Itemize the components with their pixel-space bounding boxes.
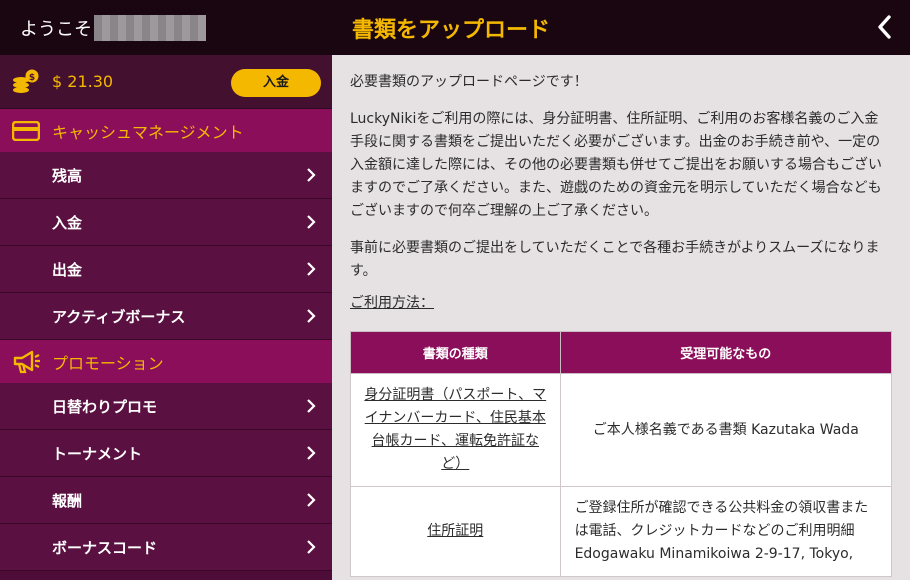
table-row: 身分証明書（パスポート、マイナンバーカード、住民基本台帳カード、運転免許証など）… — [350, 373, 893, 487]
megaphone-icon — [12, 349, 42, 375]
sidebar-item-withdrawal[interactable]: 出金 — [0, 246, 332, 293]
chevron-right-icon — [307, 493, 316, 507]
section-label: プロモーション — [52, 353, 164, 373]
welcome-bar: ようこそ — [0, 0, 332, 55]
welcome-text: ようこそ — [20, 18, 92, 40]
usage-link[interactable]: ご利用方法： — [350, 292, 892, 312]
description-paragraph: LuckyNikiをご利用の際には、身分証明書、住所証明、ご利用のお客様名義のご… — [350, 111, 882, 219]
menu-label: アクティブボーナス — [52, 307, 186, 326]
main-content: 必要書類のアップロードページです！ LuckyNikiをご利用の際には、身分証明… — [332, 55, 910, 580]
menu-label: 出金 — [52, 260, 83, 279]
menu-label: トーナメント — [52, 444, 143, 463]
sidebar-item-balance[interactable]: 残高 — [0, 152, 332, 199]
deposit-button[interactable]: 入金 — [231, 69, 321, 97]
document-table: 書類の種類 受理可能なもの 身分証明書（パスポート、マイナンバーカード、住民基本… — [350, 331, 893, 577]
menu-label: 報酬 — [52, 491, 83, 510]
menu-label: ボーナスコード — [52, 538, 158, 557]
page-title: 書類をアップロード — [352, 18, 551, 43]
table-cell: ご本人様名義である書類 Kazutaka Wada — [559, 373, 893, 487]
chevron-right-icon — [307, 309, 316, 323]
topbar: 書類をアップロード — [332, 0, 910, 55]
chevron-right-icon — [307, 540, 316, 554]
masked-username — [94, 14, 206, 41]
table-header: 受理可能なもの — [559, 331, 893, 374]
table-cell: 身分証明書（パスポート、マイナンバーカード、住民基本台帳カード、運転免許証など） — [350, 373, 561, 487]
chevron-right-icon — [307, 262, 316, 276]
svg-text:$: $ — [29, 73, 35, 83]
section-cash-management[interactable]: キャッシュマネージメント — [0, 109, 332, 152]
section-promotion[interactable]: プロモーション — [0, 340, 332, 383]
balance-row: $ $ 21.30 入金 — [0, 55, 332, 109]
section-label: キャッシュマネージメント — [52, 122, 244, 142]
chevron-left-icon[interactable] — [876, 15, 892, 39]
sidebar-item-bonus-code[interactable]: ボーナスコード — [0, 524, 332, 571]
table-header: 書類の種類 — [350, 331, 561, 374]
table-cell: 住所証明 — [350, 486, 561, 577]
sidebar-item-daily-promo[interactable]: 日替わりプロモ — [0, 383, 332, 430]
menu-label: 入金 — [52, 213, 83, 232]
credit-card-icon — [12, 118, 42, 144]
table-cell: ご登録住所が確認できる公共料金の領収書または電話、クレジットカードなどのご利用明… — [559, 486, 893, 577]
advance-notice-paragraph: 事前に必要書類のご提出をしていただくことで各種お手続きがよりスムーズになります。 — [350, 240, 880, 279]
sidebar-item-tournament[interactable]: トーナメント — [0, 430, 332, 477]
menu-label: 日替わりプロモ — [52, 397, 158, 416]
coins-icon: $ — [12, 68, 40, 96]
table-row: 住所証明 ご登録住所が確認できる公共料金の領収書または電話、クレジットカードなど… — [350, 486, 893, 577]
id-document-link[interactable]: 身分証明書（パスポート、マイナンバーカード、住民基本台帳カード、運転免許証など） — [364, 387, 546, 472]
balance-amount: $ 21.30 — [52, 72, 114, 91]
sidebar-item-active-bonus[interactable]: アクティブボーナス — [0, 293, 332, 340]
table-header-row: 書類の種類 受理可能なもの — [350, 331, 893, 374]
chevron-right-icon — [307, 168, 316, 182]
sidebar-item-deposit[interactable]: 入金 — [0, 199, 332, 246]
address-proof-link[interactable]: 住所証明 — [427, 523, 483, 539]
chevron-right-icon — [307, 399, 316, 413]
intro-text: 必要書類のアップロードページです！ — [350, 74, 588, 90]
menu-label: 残高 — [52, 166, 83, 185]
chevron-right-icon — [307, 446, 316, 460]
sidebar: ようこそ $ $ 21.30 入金 キャッシュマネージメント 残高 入金 出金 … — [0, 0, 332, 580]
chevron-right-icon — [307, 215, 316, 229]
sidebar-item-rewards[interactable]: 報酬 — [0, 477, 332, 524]
